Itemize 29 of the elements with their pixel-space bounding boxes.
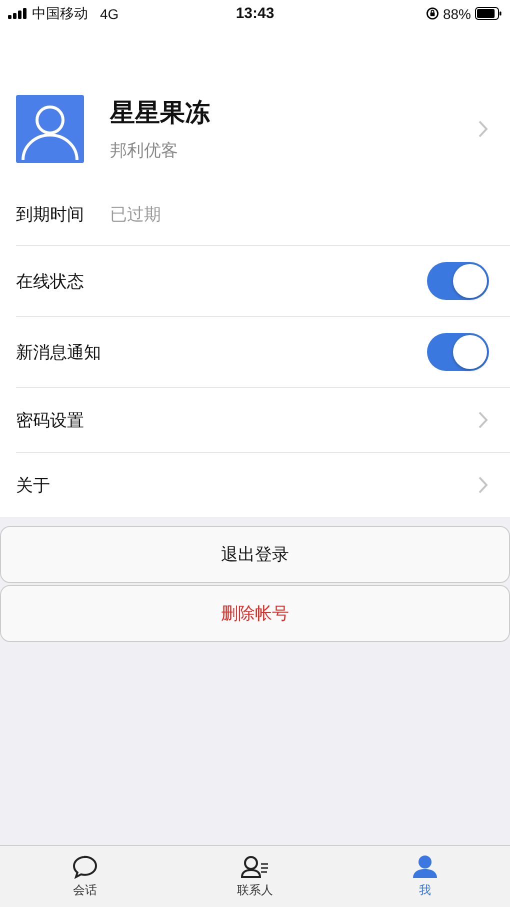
rotation-lock-icon [426,7,439,20]
setting-label: 在线状态 [16,270,85,292]
toggle-switch[interactable] [427,333,489,371]
network-type: 4G [100,6,119,22]
battery-icon [475,7,502,20]
status-time: 13:43 [236,5,274,22]
setting-label: 新消息通知 [16,342,102,364]
setting-label: 关于 [16,474,51,496]
avatar-icon [16,95,84,163]
chevron-icon[interactable] [478,476,488,494]
person-icon [412,854,438,878]
battery-percent: 88% [442,6,471,22]
logout-button[interactable]: 退出登录 [0,526,510,583]
chevron-icon[interactable] [478,411,488,429]
contacts-icon [240,854,270,878]
signal-icon [8,8,28,19]
toggle-switch[interactable] [427,262,489,300]
setting-label: 到期时间 [16,204,84,226]
chat-bubble-icon [72,854,98,878]
tab-item[interactable]: 联系人 [170,846,340,907]
setting-value: 已过期 [110,204,161,226]
profile-name: 星星果冻 [110,97,211,129]
tab-item[interactable]: 我 [340,846,510,907]
delete-account-button[interactable]: 删除帐号 [0,585,510,642]
tab-item[interactable]: 会话 [0,846,170,907]
chevron-icon[interactable] [478,120,488,138]
profile-company: 邦利优客 [110,140,179,162]
setting-label: 密码设置 [16,410,85,432]
carrier-name: 中国移动 [32,4,88,22]
